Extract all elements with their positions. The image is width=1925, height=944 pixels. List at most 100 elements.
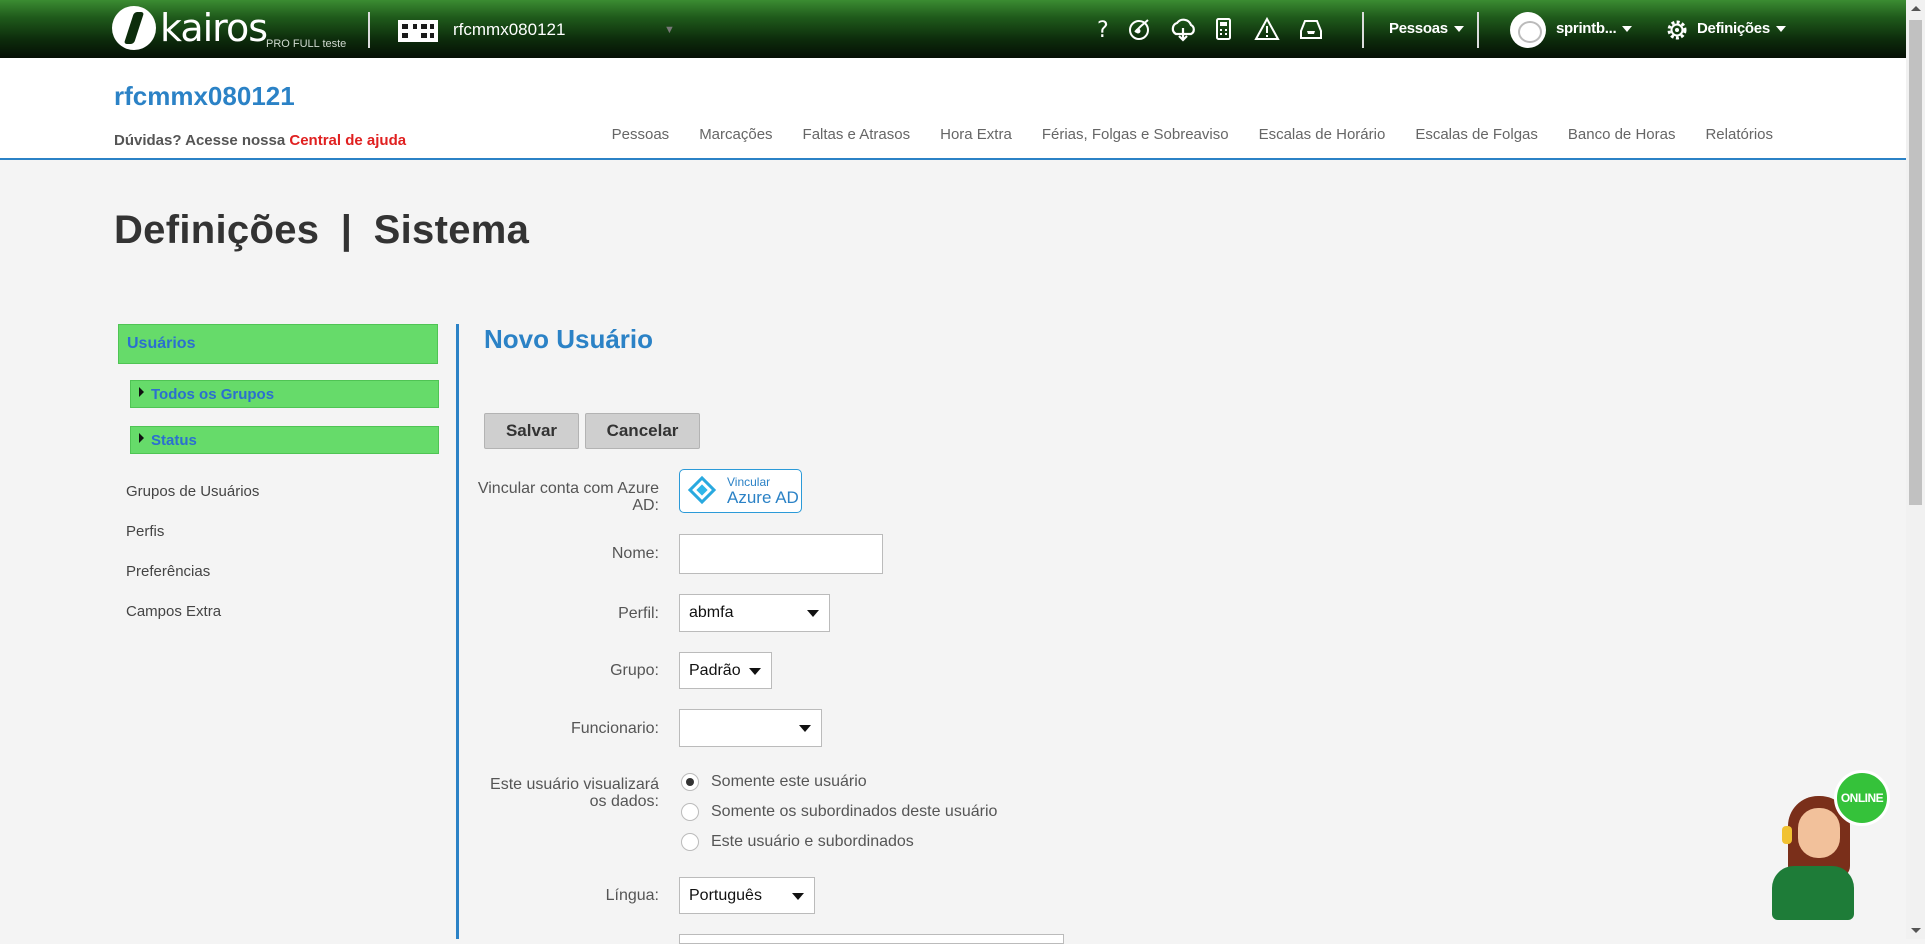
radio-label: Somente os subordinados deste usuário bbox=[711, 803, 998, 820]
agent-body bbox=[1772, 866, 1854, 920]
whistle-icon[interactable] bbox=[1125, 14, 1155, 44]
company-selector[interactable]: rfcmmx080121 bbox=[453, 20, 565, 40]
radio-button[interactable] bbox=[681, 773, 699, 791]
chevron-down-icon bbox=[1453, 26, 1464, 33]
perfil-select[interactable]: abmfa bbox=[679, 594, 830, 632]
radio-option-usuario-subordinados[interactable]: Este usuário e subordinados bbox=[681, 831, 914, 853]
page-title-separator: | bbox=[340, 208, 353, 252]
warning-icon[interactable] bbox=[1252, 14, 1282, 44]
azure-ad-button[interactable]: Vincular Azure AD bbox=[679, 469, 802, 513]
cloud-sync-icon[interactable] bbox=[1168, 14, 1198, 44]
nav-ferias-folgas[interactable]: Férias, Folgas e Sobreaviso bbox=[1042, 126, 1229, 143]
lingua-select[interactable]: Português bbox=[679, 877, 815, 914]
help-line: Dúvidas? Acesse nossa Central de ajuda bbox=[114, 132, 406, 149]
chevron-down-icon bbox=[799, 725, 811, 732]
grupo-select[interactable]: Padrão bbox=[679, 652, 772, 689]
chevron-down-icon[interactable]: ▼ bbox=[664, 24, 675, 36]
sidebar-item-usuarios[interactable]: Usuários bbox=[118, 324, 438, 364]
scroll-thumb[interactable] bbox=[1909, 20, 1922, 505]
divider bbox=[1477, 12, 1479, 48]
scroll-down-arrow-icon[interactable] bbox=[1911, 928, 1921, 933]
sidebar-item-perfis[interactable]: Perfis bbox=[126, 523, 164, 540]
gear-icon[interactable] bbox=[1662, 15, 1692, 45]
settings-menu[interactable]: Definições bbox=[1697, 20, 1786, 37]
azure-label: Vincular conta com Azure AD: bbox=[477, 480, 659, 514]
sidebar-item-grupos-usuarios[interactable]: Grupos de Usuários bbox=[126, 483, 259, 500]
lingua-value: Português bbox=[689, 887, 762, 904]
pessoas-menu[interactable]: Pessoas bbox=[1389, 20, 1464, 37]
radio-option-subordinados[interactable]: Somente os subordinados deste usuário bbox=[681, 801, 997, 823]
help-center-link[interactable]: Central de ajuda bbox=[289, 132, 406, 149]
radio-label: Este usuário e subordinados bbox=[711, 833, 914, 850]
chevron-down-icon bbox=[749, 668, 761, 675]
agent-face bbox=[1798, 808, 1840, 858]
nav-pessoas[interactable]: Pessoas bbox=[612, 126, 670, 143]
nav-hora-extra[interactable]: Hora Extra bbox=[940, 126, 1012, 143]
headset-icon bbox=[1782, 826, 1792, 844]
form-title: Novo Usuário bbox=[484, 324, 654, 354]
logo-text: kairos bbox=[160, 6, 268, 50]
azure-icon bbox=[687, 475, 717, 505]
funcionario-label: Funcionario: bbox=[570, 720, 659, 737]
settings-label: Definições bbox=[1697, 20, 1770, 37]
chevron-down-icon bbox=[1775, 26, 1786, 33]
chevron-down-icon bbox=[792, 893, 804, 900]
page-title: Definições | Sistema bbox=[114, 208, 529, 253]
perfil-label: Perfil: bbox=[618, 605, 659, 622]
support-chat-widget[interactable]: ONLINE bbox=[1768, 770, 1894, 920]
sidebar-item-preferencias[interactable]: Preferências bbox=[126, 563, 210, 580]
nav-escalas-folgas[interactable]: Escalas de Folgas bbox=[1415, 126, 1538, 143]
logo-mark-icon bbox=[112, 6, 156, 50]
online-badge[interactable]: ONLINE bbox=[1834, 770, 1890, 826]
help-icon[interactable]: ? bbox=[1088, 14, 1118, 44]
azure-big-text: Azure AD bbox=[727, 488, 799, 507]
funcionario-select[interactable] bbox=[679, 709, 822, 747]
grupo-label: Grupo: bbox=[610, 662, 659, 679]
divider bbox=[1362, 12, 1364, 48]
calculator-icon[interactable] bbox=[1208, 14, 1238, 44]
chevron-down-icon bbox=[807, 610, 819, 617]
radio-option-somente-usuario[interactable]: Somente este usuário bbox=[681, 771, 867, 793]
caret-right-icon bbox=[139, 387, 144, 397]
sidebar-item-todos-grupos[interactable]: Todos os Grupos bbox=[130, 380, 439, 408]
sidebar-item-label: Todos os Grupos bbox=[151, 386, 275, 403]
scrollbar[interactable] bbox=[1906, 0, 1925, 939]
avatar[interactable] bbox=[1510, 12, 1546, 48]
divider bbox=[368, 12, 370, 48]
nav-escalas-horario[interactable]: Escalas de Horário bbox=[1259, 126, 1386, 143]
content-divider bbox=[456, 324, 459, 939]
nav-relatorios[interactable]: Relatórios bbox=[1705, 126, 1773, 143]
nome-input[interactable] bbox=[679, 534, 883, 574]
help-prefix: Dúvidas? Acesse nossa bbox=[114, 132, 286, 149]
radio-label: Somente este usuário bbox=[711, 773, 867, 790]
nav-banco-horas[interactable]: Banco de Horas bbox=[1568, 126, 1676, 143]
azure-small-text: Vincular bbox=[727, 475, 771, 489]
scroll-up-arrow-icon[interactable] bbox=[1911, 6, 1921, 11]
next-field-input[interactable] bbox=[679, 934, 1064, 944]
user-menu[interactable]: sprintb... bbox=[1556, 20, 1633, 37]
nav-marcacoes[interactable]: Marcações bbox=[699, 126, 772, 143]
perfil-value: abmfa bbox=[689, 604, 734, 621]
company-icon bbox=[398, 20, 438, 42]
sidebar-item-status[interactable]: Status bbox=[130, 426, 439, 454]
top-bar: kairos PRO FULL teste rfcmmx080121 ▼ ? P… bbox=[0, 0, 1906, 58]
inbox-icon[interactable] bbox=[1296, 14, 1326, 44]
page-title-sub: Sistema bbox=[373, 208, 530, 252]
radio-button[interactable] bbox=[681, 803, 699, 821]
page-title-main: Definições bbox=[114, 208, 320, 252]
main-nav: Pessoas Marcações Faltas e Atrasos Hora … bbox=[612, 126, 1773, 143]
caret-right-icon bbox=[139, 433, 144, 443]
logo-subtitle: PRO FULL teste bbox=[266, 38, 347, 50]
cancel-button[interactable]: Cancelar bbox=[585, 413, 700, 449]
visualizacao-label: Este usuário visualizará os dados: bbox=[490, 776, 659, 810]
save-button[interactable]: Salvar bbox=[484, 413, 579, 449]
nav-faltas-atrasos[interactable]: Faltas e Atrasos bbox=[803, 126, 911, 143]
nome-label: Nome: bbox=[611, 545, 659, 562]
pessoas-menu-label: Pessoas bbox=[1389, 20, 1448, 37]
sidebar-item-label: Status bbox=[151, 432, 197, 449]
chevron-down-icon bbox=[1622, 26, 1633, 33]
sidebar-item-campos-extra[interactable]: Campos Extra bbox=[126, 603, 221, 620]
radio-button[interactable] bbox=[681, 833, 699, 851]
account-title: rfcmmx080121 bbox=[114, 81, 295, 111]
user-name: sprintb... bbox=[1556, 20, 1617, 37]
